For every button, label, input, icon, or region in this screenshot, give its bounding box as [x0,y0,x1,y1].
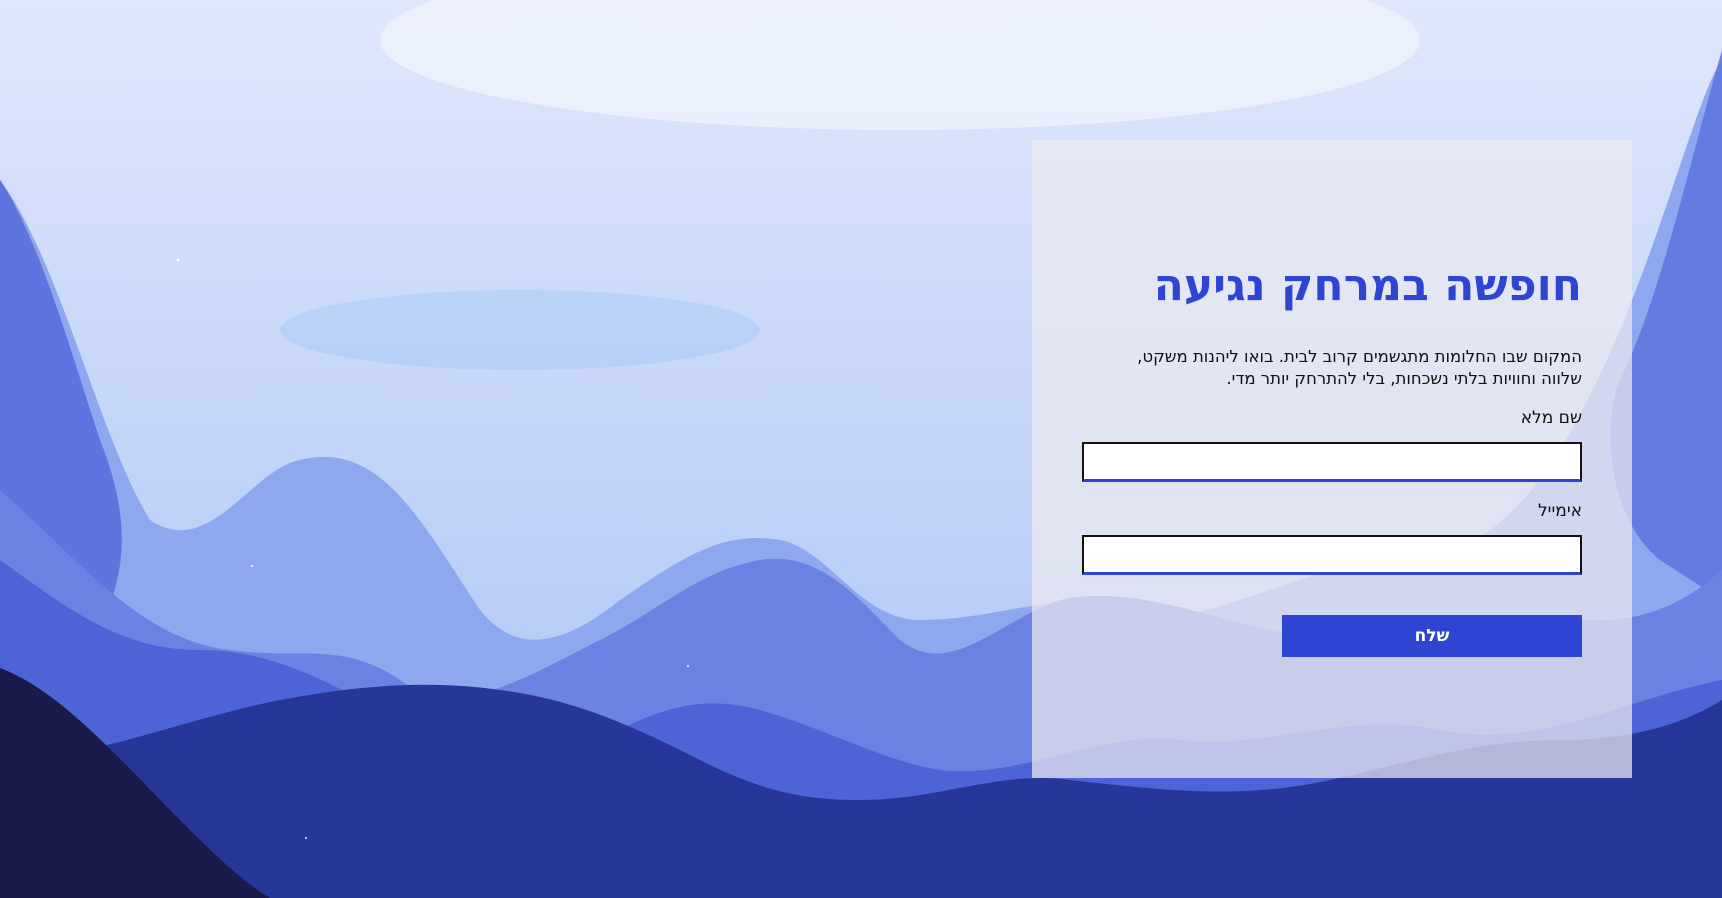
signup-panel: חופשה במרחק נגיעה המקום שבו החלומות מתגש… [1032,140,1632,778]
submit-button[interactable]: שלח [1282,615,1582,657]
haze [280,290,760,370]
full-name-label: שם מלא [1520,408,1582,428]
page-title: חופשה במרחק נגיעה [1153,260,1582,311]
full-name-input[interactable] [1082,442,1582,482]
email-label: אימייל [1538,501,1582,521]
email-input[interactable] [1082,535,1582,575]
page-description: המקום שבו החלומות מתגשמים קרוב לבית. בוא… [1137,347,1582,388]
